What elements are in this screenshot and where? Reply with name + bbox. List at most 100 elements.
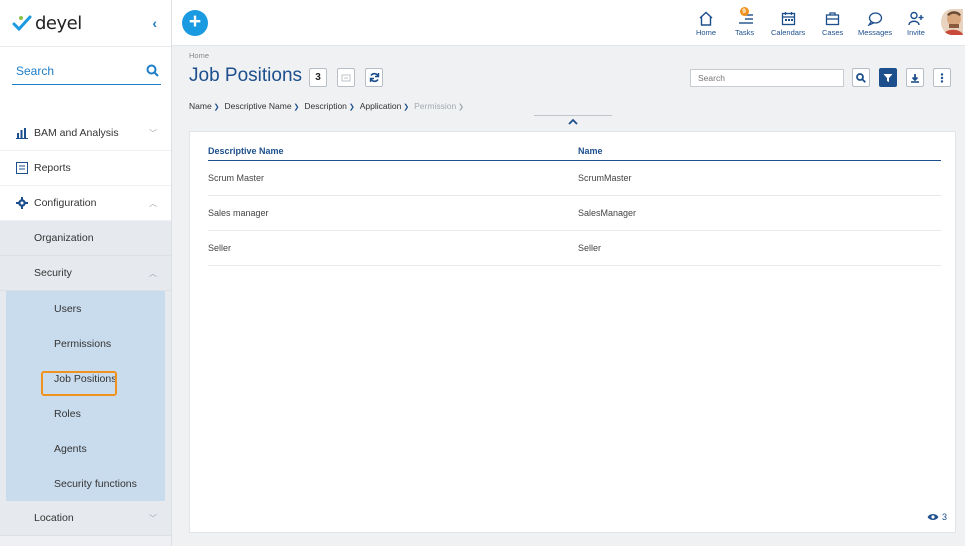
- gear-icon: [16, 197, 28, 209]
- refresh-button[interactable]: [365, 68, 383, 87]
- chevron-down-icon: ❯: [346, 104, 355, 111]
- sidebar-item-organization[interactable]: Organization: [0, 221, 171, 256]
- visible-count: 3: [927, 512, 947, 522]
- deyel-logo[interactable]: deyel: [12, 13, 82, 34]
- page-title: Job Positions: [189, 65, 303, 86]
- sidebar-item-reports[interactable]: Reports: [0, 151, 171, 186]
- chevron-down-icon: ﹀: [149, 513, 157, 523]
- home-button[interactable]: Home: [696, 10, 716, 37]
- tasks-button[interactable]: 9 Tasks: [735, 7, 755, 37]
- invite-icon: [908, 11, 924, 26]
- collapse-sidebar-icon[interactable]: ‹: [152, 15, 157, 31]
- calendar-icon: [781, 12, 795, 26]
- filter-button[interactable]: [879, 68, 897, 87]
- sidebar-item-location[interactable]: Location ﹀: [0, 501, 171, 536]
- sidebar-item-label: Users: [54, 302, 82, 315]
- chat-icon: [867, 12, 883, 26]
- cell-descriptive-name: Sales manager: [208, 208, 269, 218]
- sidebar-item-label: Security functions: [54, 477, 137, 490]
- sidebar-item-agents[interactable]: Agents: [6, 431, 165, 466]
- chevron-up-icon: [568, 118, 578, 125]
- table-row[interactable]: Seller Seller: [208, 231, 941, 266]
- report-icon: [16, 162, 28, 174]
- tasks-badge: 9: [739, 7, 749, 16]
- sidebar-item-label: Permissions: [54, 337, 112, 350]
- filter-name[interactable]: Name ❯: [189, 101, 220, 111]
- messages-button[interactable]: Messages: [858, 10, 892, 37]
- record-count-badge: 3: [309, 68, 327, 87]
- search-icon: [856, 72, 866, 83]
- filter-application[interactable]: Application ❯: [360, 101, 409, 111]
- logo-text: deyel: [35, 12, 82, 34]
- chevron-down-icon: ﹀: [149, 128, 157, 138]
- filter-descriptive-name[interactable]: Descriptive Name ❯: [225, 101, 300, 111]
- column-header-name[interactable]: Name: [578, 146, 603, 156]
- chevron-down-icon: ❯: [401, 104, 410, 111]
- main-content: Home Job Positions 3 Name: [172, 46, 965, 546]
- briefcase-icon: [825, 12, 840, 26]
- chevron-up-icon: ︿: [149, 268, 157, 278]
- sidebar-item-label: Agents: [54, 442, 87, 455]
- invite-button[interactable]: Invite: [907, 10, 925, 37]
- kebab-menu-icon: [940, 72, 944, 83]
- sidebar-item-security[interactable]: Security ︿: [0, 256, 171, 291]
- results-table: Descriptive Name Name Scrum Master Scrum…: [189, 131, 956, 533]
- avatar[interactable]: [941, 9, 963, 35]
- tool-label: Invite: [907, 28, 925, 37]
- cell-descriptive-name: Seller: [208, 243, 232, 253]
- chevron-down-icon: ❯: [211, 104, 220, 111]
- cell-name: SalesManager: [578, 208, 637, 218]
- sidebar-item-label: Configuration: [34, 197, 97, 209]
- search-icon[interactable]: [146, 64, 159, 77]
- filter-permission: Permission ❯: [414, 101, 464, 111]
- sidebar-item-label: Security: [34, 267, 72, 279]
- sidebar-item-bam[interactable]: BAM and Analysis ﹀: [0, 116, 171, 151]
- sidebar-search[interactable]: Search: [0, 46, 171, 94]
- logo-check-icon: [12, 15, 32, 31]
- highlight-box: [41, 371, 117, 396]
- collapse-filters-button[interactable]: [534, 115, 612, 128]
- bar-chart-icon: [16, 128, 28, 139]
- filter-icon: [883, 73, 893, 82]
- breadcrumb[interactable]: Home: [189, 51, 209, 60]
- home-icon: [699, 11, 713, 26]
- table-row[interactable]: Scrum Master ScrumMaster: [208, 161, 941, 196]
- chevron-down-icon: ❯: [291, 104, 300, 111]
- tag-icon: [341, 74, 351, 81]
- search-button[interactable]: [852, 68, 870, 87]
- refresh-icon: [369, 72, 379, 83]
- sidebar-item-label: Organization: [34, 232, 94, 244]
- bulk-action-button[interactable]: [337, 68, 355, 87]
- eye-icon: [927, 514, 939, 520]
- cell-descriptive-name: Scrum Master: [208, 173, 265, 183]
- more-options-button[interactable]: [933, 68, 951, 87]
- sidebar-item-label: Location: [34, 512, 74, 524]
- cell-name: ScrumMaster: [578, 173, 632, 183]
- filter-description[interactable]: Description ❯: [304, 101, 354, 111]
- tool-label: Messages: [858, 28, 893, 37]
- tool-label: Home: [696, 28, 717, 37]
- sidebar-search-label: Search: [16, 63, 55, 78]
- sidebar-item-roles[interactable]: Roles: [6, 396, 165, 431]
- sidebar-item-label: Reports: [34, 162, 71, 174]
- search-input[interactable]: [690, 69, 844, 87]
- topbar: + Home 9 Tasks Calendars Cases Messages …: [172, 0, 965, 46]
- sidebar-item-users[interactable]: Users: [6, 291, 165, 326]
- tool-label: Tasks: [735, 28, 755, 37]
- cases-button[interactable]: Cases: [822, 10, 843, 37]
- download-button[interactable]: [906, 68, 924, 87]
- sidebar-item-label: Roles: [54, 407, 81, 420]
- filter-bar: Name ❯ Descriptive Name ❯ Description ❯ …: [189, 101, 464, 111]
- sidebar-item-label: BAM and Analysis: [34, 127, 119, 139]
- tool-label: Calendars: [771, 28, 806, 37]
- sidebar-item-configuration[interactable]: Configuration ︿: [0, 186, 171, 221]
- user-avatar-image: [941, 9, 963, 35]
- sidebar-item-security-functions[interactable]: Security functions: [6, 466, 165, 501]
- column-header-descriptive-name[interactable]: Descriptive Name: [208, 146, 284, 156]
- sidebar-item-permissions[interactable]: Permissions: [6, 326, 165, 361]
- table-row[interactable]: Sales manager SalesManager: [208, 196, 941, 231]
- calendars-button[interactable]: Calendars: [771, 10, 805, 37]
- download-icon: [911, 73, 919, 83]
- add-button[interactable]: +: [182, 10, 208, 36]
- sidebar: deyel ‹ Search BAM and Analysis ﹀ Report…: [0, 0, 172, 546]
